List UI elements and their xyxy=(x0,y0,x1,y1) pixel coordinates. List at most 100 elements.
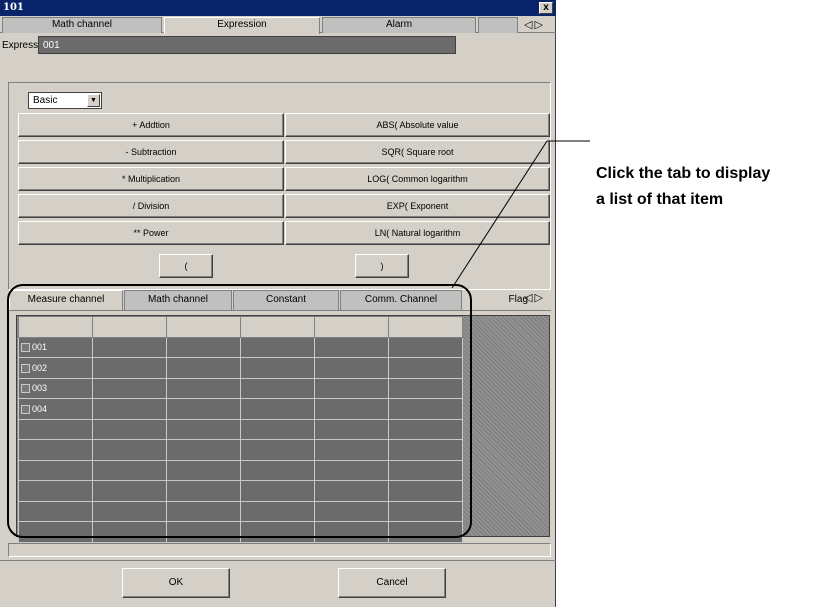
table-cell xyxy=(240,521,315,543)
table-cell xyxy=(166,480,241,502)
close-paren-button[interactable]: ) xyxy=(355,254,409,278)
table-cell[interactable] xyxy=(388,377,463,399)
table-cell[interactable] xyxy=(166,377,241,399)
table-row[interactable]: 002 xyxy=(18,357,463,379)
table-cell[interactable] xyxy=(314,377,389,399)
tab-expression[interactable]: Expression xyxy=(164,17,320,34)
tab-scroll-arrows[interactable]: ◁▷ xyxy=(524,18,545,31)
function-group-select[interactable]: Basic ▼ xyxy=(28,92,102,109)
table-cell[interactable] xyxy=(314,336,389,358)
tab-math-channel[interactable]: Math channel xyxy=(2,17,162,33)
table-row[interactable]: 003 xyxy=(18,377,463,399)
callout-line-1: Click the tab to display xyxy=(596,165,771,182)
ok-button[interactable]: OK xyxy=(122,568,230,598)
chevron-down-icon[interactable]: ▼ xyxy=(87,94,100,107)
channel-number: 001 xyxy=(32,342,48,353)
dialog-footer xyxy=(0,560,556,607)
table-header-cell xyxy=(18,316,93,338)
table-cell[interactable] xyxy=(166,336,241,358)
subtract-button[interactable]: - Subtraction xyxy=(18,140,284,164)
multiply-button[interactable]: * Multiplication xyxy=(18,167,284,191)
close-button[interactable]: x xyxy=(539,2,553,14)
log-button[interactable]: LOG( Common logarithm xyxy=(285,167,550,191)
table-row[interactable]: 004 xyxy=(18,398,463,420)
tab-constant[interactable]: Constant xyxy=(233,290,339,310)
table-cell xyxy=(92,521,167,543)
channel-cell[interactable]: 001 xyxy=(18,336,93,358)
expression-field[interactable]: 001 xyxy=(38,36,456,54)
table-header-cell xyxy=(314,316,389,338)
status-strip xyxy=(8,543,551,557)
table-cell xyxy=(240,500,315,522)
open-paren-button[interactable]: ( xyxy=(159,254,213,278)
table-cell xyxy=(18,521,93,543)
exp-button[interactable]: EXP( Exponent xyxy=(285,194,550,218)
channel-checkbox[interactable] xyxy=(21,404,30,414)
table-cell xyxy=(314,521,389,543)
table-cell[interactable] xyxy=(388,336,463,358)
table-row xyxy=(18,418,463,440)
window-title: 101 xyxy=(3,2,24,13)
table-cell xyxy=(18,418,93,440)
table-cell[interactable] xyxy=(314,398,389,420)
channel-cell[interactable]: 002 xyxy=(18,357,93,379)
table-cell xyxy=(240,480,315,502)
ln-button[interactable]: LN( Natural logarithm xyxy=(285,221,550,245)
table-cell[interactable] xyxy=(240,336,315,358)
table-cell xyxy=(314,480,389,502)
channel-number: 004 xyxy=(32,403,48,414)
table-cell xyxy=(314,500,389,522)
divide-button[interactable]: / Division xyxy=(18,194,284,218)
channel-checkbox[interactable] xyxy=(21,384,30,394)
tab-scroll-left-icon[interactable]: ◁ xyxy=(524,19,534,31)
table-cell xyxy=(240,418,315,440)
table-cell xyxy=(92,418,167,440)
table-cell[interactable] xyxy=(240,398,315,420)
table-cell xyxy=(388,459,463,481)
abs-button[interactable]: ABS( Absolute value xyxy=(285,113,550,137)
table-cell xyxy=(166,418,241,440)
table-cell xyxy=(166,459,241,481)
table-cell[interactable] xyxy=(92,398,167,420)
table-cell xyxy=(388,521,463,543)
tab-alarm[interactable]: Alarm xyxy=(322,17,476,33)
channel-checkbox[interactable] xyxy=(21,343,30,353)
expression-dialog: 101 x Math channel Expression Alarm ◁▷ E… xyxy=(0,0,556,607)
tab-flag[interactable]: Flag xyxy=(463,290,533,310)
channel-checkbox[interactable] xyxy=(21,363,30,373)
function-group-value: Basic xyxy=(33,95,58,106)
table-cell xyxy=(240,439,315,461)
table-cell[interactable] xyxy=(240,377,315,399)
table-header-cell xyxy=(388,316,463,338)
table-cell xyxy=(92,459,167,481)
channel-cell[interactable]: 004 xyxy=(18,398,93,420)
table-cell[interactable] xyxy=(388,357,463,379)
table-cell[interactable] xyxy=(240,357,315,379)
item-tab-scroll-arrows[interactable]: ◁▷ xyxy=(524,291,545,304)
tab-measure-channel[interactable]: Measure channel xyxy=(9,290,123,310)
channel-cell[interactable]: 003 xyxy=(18,377,93,399)
table-cell[interactable] xyxy=(92,336,167,358)
tab-item-math-channel[interactable]: Math channel xyxy=(124,290,232,310)
power-button[interactable]: ** Power xyxy=(18,221,284,245)
table-cell xyxy=(388,418,463,440)
table-cell xyxy=(92,439,167,461)
tab-comm-channel[interactable]: Comm. Channel xyxy=(340,290,462,310)
table-cell[interactable] xyxy=(92,357,167,379)
table-cell[interactable] xyxy=(388,398,463,420)
table-header-cell xyxy=(166,316,241,338)
item-tab-scroll-left-icon[interactable]: ◁ xyxy=(524,292,534,304)
callout-text: Click the tab to display a list of that … xyxy=(596,161,828,213)
tab-scroll-right-icon[interactable]: ▷ xyxy=(534,19,544,31)
table-row[interactable]: 001 xyxy=(18,336,463,358)
cancel-button[interactable]: Cancel xyxy=(338,568,446,598)
table-cell[interactable] xyxy=(92,377,167,399)
table-header-cell xyxy=(240,316,315,338)
table-cell[interactable] xyxy=(166,357,241,379)
add-button[interactable]: + Addtion xyxy=(18,113,284,137)
item-tab-scroll-right-icon[interactable]: ▷ xyxy=(534,292,544,304)
table-cell[interactable] xyxy=(314,357,389,379)
sqr-button[interactable]: SQR( Square root xyxy=(285,140,550,164)
table-cell[interactable] xyxy=(166,398,241,420)
tab-next-hidden[interactable] xyxy=(478,17,518,33)
